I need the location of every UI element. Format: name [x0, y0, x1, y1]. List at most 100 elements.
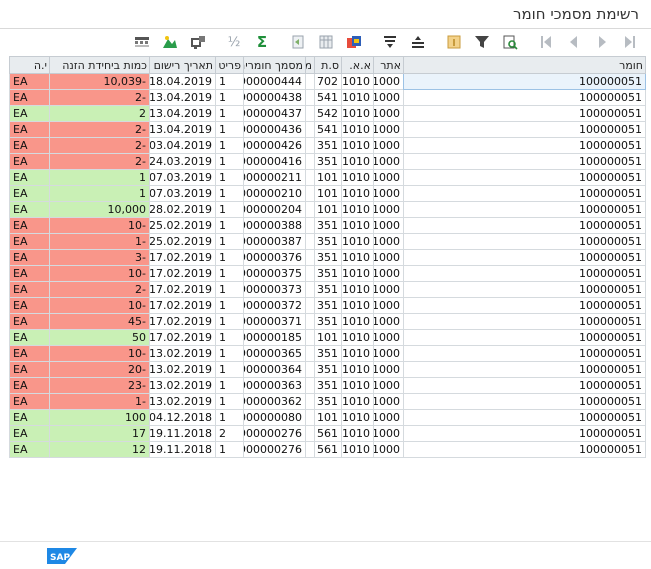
- cell-material-doc[interactable]: 5000000185: [243, 329, 306, 346]
- subtotal-icon[interactable]: ½: [224, 32, 244, 52]
- cell-material-doc[interactable]: 4900000362: [243, 393, 306, 410]
- cell-short[interactable]: [305, 233, 315, 250]
- cell-storage[interactable]: 1010: [341, 105, 374, 122]
- cell-short[interactable]: [305, 345, 315, 362]
- cell-quantity[interactable]: -1: [49, 233, 150, 250]
- next-page-icon[interactable]: [592, 32, 612, 52]
- cell-movement-type[interactable]: 351: [314, 361, 342, 378]
- cell-site[interactable]: 1000: [373, 185, 404, 202]
- sort-ascending-icon[interactable]: [408, 32, 428, 52]
- cell-quantity[interactable]: -3: [49, 249, 150, 266]
- cell-posting-date[interactable]: 17.02.2019: [149, 297, 216, 314]
- cell-short[interactable]: [305, 425, 315, 442]
- cell-storage[interactable]: 1010: [341, 153, 374, 170]
- cell-quantity[interactable]: -10: [49, 217, 150, 234]
- table-row[interactable]: 10000005110001010351 4900000375117.02.201…: [9, 265, 646, 282]
- cell-unit[interactable]: EA: [9, 137, 50, 154]
- cell-unit[interactable]: EA: [9, 105, 50, 122]
- cell-movement-type[interactable]: 351: [314, 345, 342, 362]
- cell-short[interactable]: [305, 169, 315, 186]
- cell-quantity[interactable]: 12: [49, 441, 150, 458]
- table-row[interactable]: 10000005110001010702 4900000444118.04.201…: [9, 73, 646, 90]
- cell-storage[interactable]: 1010: [341, 329, 374, 346]
- cell-material[interactable]: 100000051: [403, 361, 646, 378]
- cell-item[interactable]: 1: [215, 313, 244, 330]
- cell-unit[interactable]: EA: [9, 425, 50, 442]
- table-row[interactable]: 10000005110001010351 4900000372117.02.201…: [9, 297, 646, 314]
- table-row[interactable]: 10000005110001010101 5000000204128.02.201…: [9, 201, 646, 218]
- cell-material-doc[interactable]: 4900000373: [243, 281, 306, 298]
- cell-movement-type[interactable]: 561: [314, 441, 342, 458]
- column-header-unit[interactable]: י.ה: [9, 56, 50, 74]
- cell-posting-date[interactable]: 13.02.2019: [149, 393, 216, 410]
- cell-material-doc[interactable]: 5000000211: [243, 169, 306, 186]
- cell-movement-type[interactable]: 351: [314, 153, 342, 170]
- cell-item[interactable]: 1: [215, 137, 244, 154]
- cell-unit[interactable]: EA: [9, 441, 50, 458]
- cell-quantity[interactable]: 50: [49, 329, 150, 346]
- cell-material[interactable]: 100000051: [403, 89, 646, 106]
- cell-storage[interactable]: 1010: [341, 313, 374, 330]
- cell-item[interactable]: 1: [215, 297, 244, 314]
- cell-posting-date[interactable]: 19.11.2018: [149, 425, 216, 442]
- cell-material-doc[interactable]: 4900000438: [243, 89, 306, 106]
- cell-item[interactable]: 1: [215, 73, 244, 90]
- cell-item[interactable]: 1: [215, 377, 244, 394]
- cell-storage[interactable]: 1010: [341, 297, 374, 314]
- cell-quantity[interactable]: -2: [49, 89, 150, 106]
- cell-movement-type[interactable]: 351: [314, 313, 342, 330]
- table-row[interactable]: 10000005110001010542 4900000437113.04.201…: [9, 105, 646, 122]
- details-icon[interactable]: [188, 32, 208, 52]
- cell-material-doc[interactable]: 4900000436: [243, 121, 306, 138]
- table-row[interactable]: 10000005110001010351 4900000387125.02.201…: [9, 233, 646, 250]
- cell-site[interactable]: 1000: [373, 345, 404, 362]
- cell-material[interactable]: 100000051: [403, 345, 646, 362]
- cell-material-doc[interactable]: 5000000080: [243, 409, 306, 426]
- cell-item[interactable]: 1: [215, 153, 244, 170]
- cell-posting-date[interactable]: 13.04.2019: [149, 105, 216, 122]
- first-page-icon[interactable]: [536, 32, 556, 52]
- cell-posting-date[interactable]: 17.02.2019: [149, 249, 216, 266]
- cell-unit[interactable]: EA: [9, 281, 50, 298]
- info-icon[interactable]: [444, 32, 464, 52]
- cell-short[interactable]: [305, 217, 315, 234]
- cell-unit[interactable]: EA: [9, 377, 50, 394]
- prev-page-icon[interactable]: [564, 32, 584, 52]
- cell-movement-type[interactable]: 702: [314, 73, 342, 90]
- column-header-material[interactable]: חומר: [403, 56, 646, 74]
- layout-icon[interactable]: [132, 32, 152, 52]
- cell-item[interactable]: 1: [215, 265, 244, 282]
- table-row[interactable]: 10000005110001010351 4900000365113.02.201…: [9, 345, 646, 362]
- cell-material[interactable]: 100000051: [403, 153, 646, 170]
- cell-short[interactable]: [305, 377, 315, 394]
- cell-unit[interactable]: EA: [9, 329, 50, 346]
- table-row[interactable]: 10000005110001010541 4900000436113.04.201…: [9, 121, 646, 138]
- sort-descending-icon[interactable]: [380, 32, 400, 52]
- cell-item[interactable]: 1: [215, 201, 244, 218]
- cell-quantity[interactable]: -2: [49, 153, 150, 170]
- cell-unit[interactable]: EA: [9, 201, 50, 218]
- cell-material-doc[interactable]: 4900000388: [243, 217, 306, 234]
- cell-unit[interactable]: EA: [9, 313, 50, 330]
- table-row[interactable]: 100000051100010101015000000211107.03.201…: [9, 169, 646, 186]
- table-row[interactable]: 10000005110001010351 4900000371117.02.201…: [9, 313, 646, 330]
- column-header-site[interactable]: אתר: [373, 56, 404, 74]
- cell-movement-type[interactable]: 351: [314, 377, 342, 394]
- cell-short[interactable]: [305, 329, 315, 346]
- cell-storage[interactable]: 1010: [341, 233, 374, 250]
- cell-site[interactable]: 1000: [373, 265, 404, 282]
- table-row[interactable]: 10000005110001010351 4900000426103.04.201…: [9, 137, 646, 154]
- cell-item[interactable]: 1: [215, 121, 244, 138]
- cell-short[interactable]: [305, 153, 315, 170]
- cell-storage[interactable]: 1010: [341, 425, 374, 442]
- cell-quantity[interactable]: -10: [49, 297, 150, 314]
- refresh-icon[interactable]: [288, 32, 308, 52]
- cell-unit[interactable]: EA: [9, 393, 50, 410]
- cell-unit[interactable]: EA: [9, 233, 50, 250]
- cell-site[interactable]: 1000: [373, 121, 404, 138]
- cell-quantity[interactable]: 1: [49, 185, 150, 202]
- table-row[interactable]: 10000005110001010101 5000000185117.02.201…: [9, 329, 646, 346]
- cell-posting-date[interactable]: 18.04.2019: [149, 73, 216, 90]
- table-row[interactable]: 10000005110001010351 4900000388125.02.201…: [9, 217, 646, 234]
- cell-quantity[interactable]: -10: [49, 345, 150, 362]
